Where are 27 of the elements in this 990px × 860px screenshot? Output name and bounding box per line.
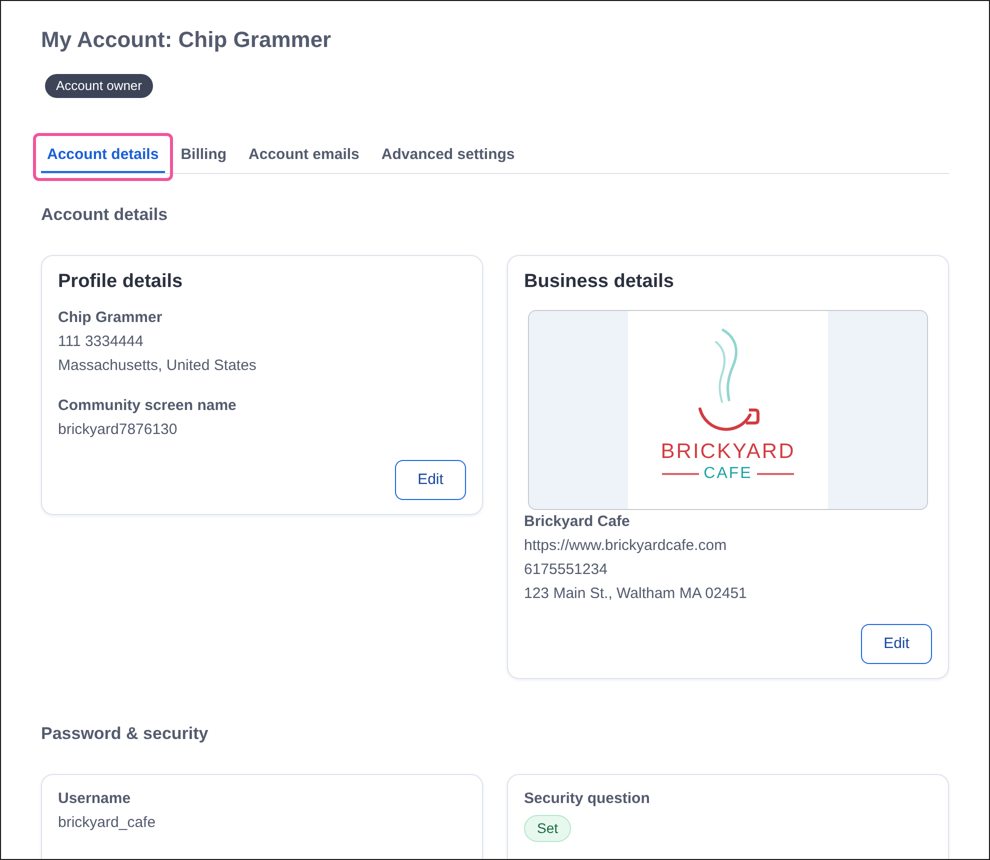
tab[interactable]: Account emails (242, 140, 366, 173)
detail-value: brickyard_cafe (58, 813, 157, 833)
tab[interactable]: Billing (174, 140, 233, 173)
card-title: Profile details (58, 270, 184, 294)
page-title: My Account: Chip Grammer (41, 26, 332, 54)
detail-value: 6175551234 (524, 560, 608, 580)
edit-button[interactable]: Edit (395, 460, 466, 500)
section-heading: Password & security (41, 723, 210, 745)
detail-label: Security question (524, 789, 651, 809)
logo-tagline: CAFE (704, 465, 752, 483)
edit-button[interactable]: Edit (861, 624, 932, 664)
role-badge: Account owner (45, 74, 153, 98)
tab[interactable]: Advanced settings (375, 140, 521, 173)
tab[interactable]: Account details (41, 140, 165, 173)
detail-value: Massachusetts, United States (58, 356, 258, 376)
status-badge: Set (524, 815, 572, 842)
detail-value: brickyard7876130 (58, 420, 178, 440)
logo-wordmark: BRICKYARD (660, 441, 796, 463)
detail-label: Chip Grammer (58, 308, 164, 328)
section-heading: Account details (41, 204, 169, 226)
detail-value: 111 3334444 (58, 332, 144, 352)
card-title: Business details (524, 270, 675, 294)
detail-label: Brickyard Cafe (524, 512, 631, 532)
detail-label: Username (58, 789, 132, 809)
detail-value: https://www.brickyardcafe.com (524, 536, 728, 556)
detail-value: 123 Main St., Waltham MA 02451 (524, 584, 748, 604)
detail-label: Community screen name (58, 396, 238, 416)
